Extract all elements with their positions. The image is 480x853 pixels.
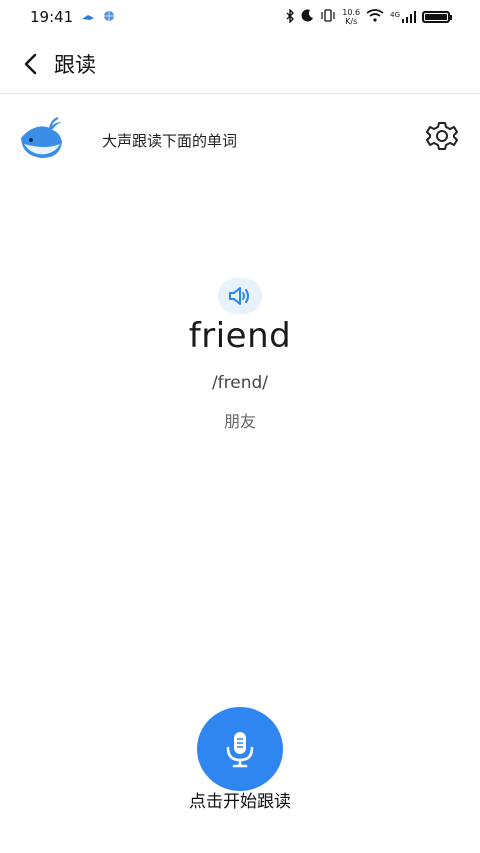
globe-notification-icon	[103, 8, 115, 26]
whale-mascot-icon	[16, 116, 66, 164]
cellular-signal-icon: 4G	[390, 11, 416, 23]
page-title: 跟读	[54, 52, 96, 77]
settings-button[interactable]	[426, 120, 458, 152]
prompt-row: 大声跟读下面的单词	[0, 112, 480, 168]
network-speed-value: 10.6	[342, 8, 361, 17]
wifi-icon	[366, 9, 384, 25]
record-button[interactable]	[197, 707, 283, 791]
network-speed: 10.6 K/s	[342, 8, 360, 26]
play-audio-button[interactable]	[218, 278, 262, 314]
vibrate-icon	[320, 9, 336, 25]
phonetic-transcription: /frend/	[211, 373, 269, 393]
status-left: 19:41	[30, 8, 115, 26]
chevron-left-icon	[24, 53, 37, 74]
app-notification-icon	[81, 8, 95, 26]
nav-bar: 跟读	[0, 34, 480, 94]
back-button[interactable]	[18, 52, 42, 76]
target-word: friend	[188, 316, 292, 356]
status-time: 19:41	[30, 8, 74, 26]
moon-icon	[301, 9, 314, 25]
word-meaning: 朋友	[223, 412, 256, 431]
network-speed-unit: K/s	[345, 17, 358, 26]
microphone-icon	[226, 732, 254, 768]
instruction-text: 大声跟读下面的单词	[102, 132, 238, 150]
status-bar: 19:41 10.6 K/s 4G	[0, 0, 480, 34]
speaker-icon	[229, 287, 249, 305]
battery-icon	[422, 11, 452, 23]
status-right: 10.6 K/s 4G	[285, 7, 452, 26]
bluetooth-icon	[285, 7, 295, 26]
record-button-label: 点击开始跟读	[189, 792, 291, 812]
network-type-label: 4G	[390, 11, 400, 19]
gear-icon	[426, 122, 458, 150]
